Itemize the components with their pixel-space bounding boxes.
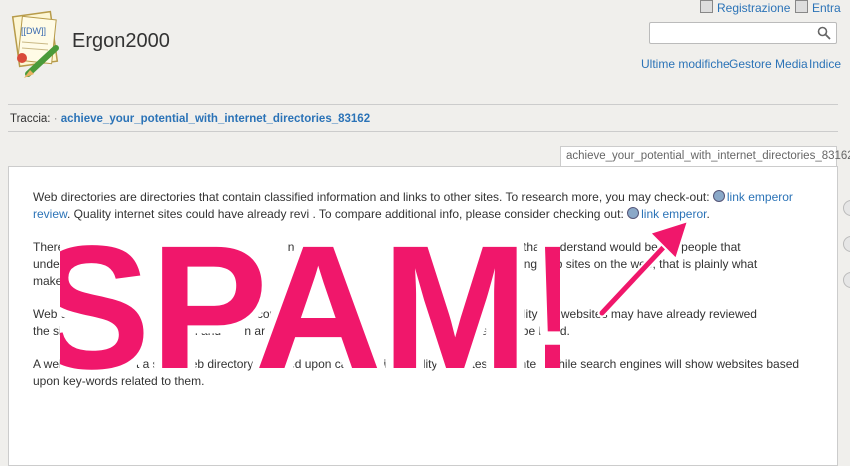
search-box <box>649 22 837 44</box>
register-label: Registrazione <box>717 1 791 15</box>
register-link[interactable]: Registrazione <box>700 0 790 15</box>
register-icon <box>700 0 713 13</box>
sidebar-tool-button[interactable] <box>843 272 850 288</box>
dokuwiki-logo[interactable]: [[DW]] <box>8 8 64 80</box>
breadcrumb-page-link[interactable]: achieve_your_potential_with_internet_dir… <box>61 113 370 125</box>
login-label: Entra <box>812 1 841 15</box>
logo-text: [[DW]] <box>21 26 46 36</box>
page-id-tab: achieve_your_potential_with_internet_dir… <box>560 146 850 166</box>
sidebar-tool-button[interactable] <box>843 236 850 252</box>
login-link[interactable]: Entra <box>795 0 841 15</box>
external-link[interactable]: link emperor <box>727 190 793 204</box>
search-input[interactable] <box>653 24 817 44</box>
sidebar-tool-button[interactable] <box>843 200 850 216</box>
header-divider <box>8 104 838 105</box>
site-title[interactable]: Ergon2000 <box>72 30 170 53</box>
breadcrumb-label: Traccia: <box>10 113 51 125</box>
index-link[interactable]: Indice <box>809 57 841 71</box>
spam-stamp: SPAM! <box>60 202 560 408</box>
media-manager-link[interactable]: Gestore Media <box>729 57 808 71</box>
arrow-annotation-icon <box>597 220 689 318</box>
search-icon[interactable] <box>817 26 831 40</box>
breadcrumb-divider <box>8 131 838 132</box>
external-link-icon <box>712 190 725 202</box>
spam-stamp-text: SPAM! <box>60 210 560 406</box>
recent-changes-link[interactable]: Ultime modifiche <box>641 57 730 71</box>
breadcrumb: Traccia: · achieve_your_potential_with_i… <box>10 113 371 125</box>
lock-icon <box>795 0 808 13</box>
